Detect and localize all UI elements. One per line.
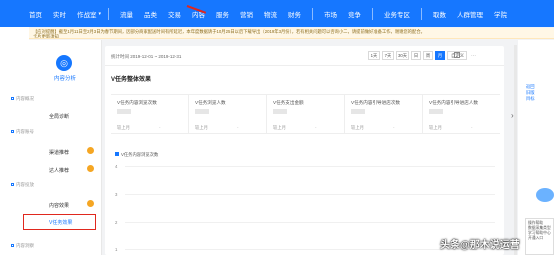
sidebar-title: 内容分析: [53, 76, 76, 82]
section-icon: [11, 244, 14, 247]
metric-card[interactable]: V任务浏览人数 较上月 -: [189, 95, 267, 133]
nav-service[interactable]: 服务: [216, 9, 229, 19]
nav-realtime[interactable]: 实时: [53, 9, 66, 19]
metric-cards: V任务内容浏览次数 较上月 - V任务浏览人数 较上月 - V任务支出金额 较上…: [111, 94, 500, 134]
y-tick-label: 1: [115, 247, 118, 252]
metric-value-redacted: [429, 109, 443, 114]
metric-value-redacted: [195, 109, 209, 114]
nav-divider: [372, 7, 374, 20]
metric-card[interactable]: V任务内容引导进店次数 较上月 -: [345, 95, 423, 133]
nav-academy[interactable]: 学院: [494, 9, 507, 19]
metric-delta: -: [315, 125, 317, 130]
metric-name: V任务浏览人数: [195, 100, 226, 105]
sidebar-item-content-effect[interactable]: 内容效果: [49, 202, 69, 209]
nav-crowd[interactable]: 人群管理: [457, 9, 483, 19]
nav-category[interactable]: 品类: [144, 9, 157, 19]
metric-compare: 较上月: [195, 125, 208, 130]
grid-line: [125, 194, 495, 195]
nav-logistics[interactable]: 物流: [264, 9, 277, 19]
metric-compare: 较上月: [351, 125, 364, 130]
section-icon: [11, 183, 14, 186]
metric-card[interactable]: V任务支出金额 较上月 -: [267, 95, 345, 133]
metric-delta: -: [393, 125, 395, 130]
metric-delta: -: [471, 125, 473, 130]
top-nav: 首页 实时 作战室 ▾ 流量 品类 交易 内容 服务 营销 物流 财务 市场 竞…: [0, 0, 554, 27]
badge-icon: [87, 165, 94, 172]
sidebar-item-channel[interactable]: 渠道推荐: [49, 149, 69, 156]
section-icon: [11, 130, 14, 133]
mascot-icon[interactable]: [536, 188, 554, 202]
nav-business-zone[interactable]: 业务专区: [384, 9, 410, 19]
metric-value-redacted: [351, 109, 365, 114]
calendar-icon: [454, 52, 460, 58]
notice-banner: 【应对提醒】截至1月11日至2月3日为春节期间，因部分商家配送时间有所延迟，本年…: [29, 28, 554, 39]
range-month-button[interactable]: 月: [435, 51, 445, 60]
sidebar-section-insight: 内容洞察: [11, 243, 34, 249]
watermark: 头条@那木说运营: [440, 240, 520, 251]
help-panel[interactable]: 操作帮助 数据采集类型 学习帮助中心 开通入口: [525, 218, 554, 255]
metric-compare: 较上月: [117, 125, 130, 130]
range-30day-button[interactable]: 30天: [396, 51, 409, 60]
date-bar: 统计时间 2019-12-01 ~ 2019-12-31 1天 7天 30天 日…: [105, 46, 504, 66]
metric-name: V任务支出金额: [273, 100, 304, 105]
y-tick-label: 2: [115, 220, 118, 225]
nav-divider: [108, 7, 110, 20]
range-week-button[interactable]: 周: [423, 51, 433, 60]
nav-marketing[interactable]: 营销: [240, 9, 253, 19]
sidebar-item-diagnosis[interactable]: 全局诊断: [49, 113, 69, 120]
metric-name: V任务内容引导进店次数: [351, 100, 401, 105]
metric-delta: -: [159, 125, 161, 130]
y-tick-label: 4: [115, 164, 118, 169]
right-link-goal[interactable]: 目标: [526, 96, 535, 102]
section-title: V任务整体效果: [111, 77, 152, 83]
badge-icon: [87, 147, 94, 154]
nav-finance[interactable]: 财务: [288, 9, 301, 19]
date-range: 统计时间 2019-12-01 ~ 2019-12-31: [111, 54, 182, 59]
sidebar-section-overview: 内容概况: [11, 96, 34, 102]
main-panel: 统计时间 2019-12-01 ~ 2019-12-31 1天 7天 30天 日…: [105, 46, 504, 255]
nav-divider: [312, 7, 314, 20]
metric-name: V任务内容浏览次数: [117, 100, 157, 105]
chevron-down-icon[interactable]: ▾: [99, 11, 102, 17]
grid-line: [125, 222, 495, 223]
more-icon[interactable]: ⋯: [471, 53, 476, 59]
metric-name: V任务内容引导进店人数: [429, 100, 479, 105]
highlight-box: [23, 214, 96, 230]
nav-fetch[interactable]: 取数: [433, 9, 446, 19]
nav-competition[interactable]: 竞争: [348, 9, 361, 19]
metric-compare: 较上月: [429, 125, 442, 130]
legend-swatch: [115, 152, 119, 156]
badge-icon: [87, 200, 94, 207]
section-icon: [11, 97, 14, 100]
nav-trade[interactable]: 交易: [168, 9, 181, 19]
metric-card[interactable]: V任务内容浏览次数 较上月 -: [111, 95, 189, 133]
range-day-button[interactable]: 日: [411, 51, 421, 60]
range-7day-button[interactable]: 7天: [382, 51, 394, 60]
nav-home[interactable]: 首页: [29, 9, 42, 19]
metric-value-redacted: [117, 109, 131, 114]
grid-line: [125, 166, 495, 167]
metric-value-redacted: [273, 109, 287, 114]
sidebar-item-talent[interactable]: 达人推荐: [49, 167, 69, 174]
range-1day-button[interactable]: 1天: [368, 51, 380, 60]
sidebar-section-account: 内容账号: [11, 129, 34, 135]
sidebar-section-delivery: 内容投放: [11, 182, 34, 188]
help-body: 数据采集类型 学习帮助中心 开通入口: [528, 226, 551, 240]
chart-legend[interactable]: V任务内容浏览次数: [115, 152, 158, 158]
metric-compare: 较上月: [273, 125, 286, 130]
nav-market[interactable]: 市场: [324, 9, 337, 19]
nav-divider: [421, 7, 423, 20]
metric-delta: -: [237, 125, 239, 130]
notice-link[interactable]: 卡片更新须知: [33, 34, 550, 38]
nav-warroom[interactable]: 作战室: [77, 9, 97, 19]
nav-traffic[interactable]: 流量: [120, 9, 133, 19]
content-analysis-icon: ◎: [56, 55, 72, 71]
scrollbar[interactable]: [514, 45, 517, 255]
y-tick-label: 3: [115, 192, 118, 197]
metric-card[interactable]: V任务内容引导进店人数 较上月 -: [423, 95, 500, 133]
legend-label: V任务内容浏览次数: [121, 152, 159, 157]
